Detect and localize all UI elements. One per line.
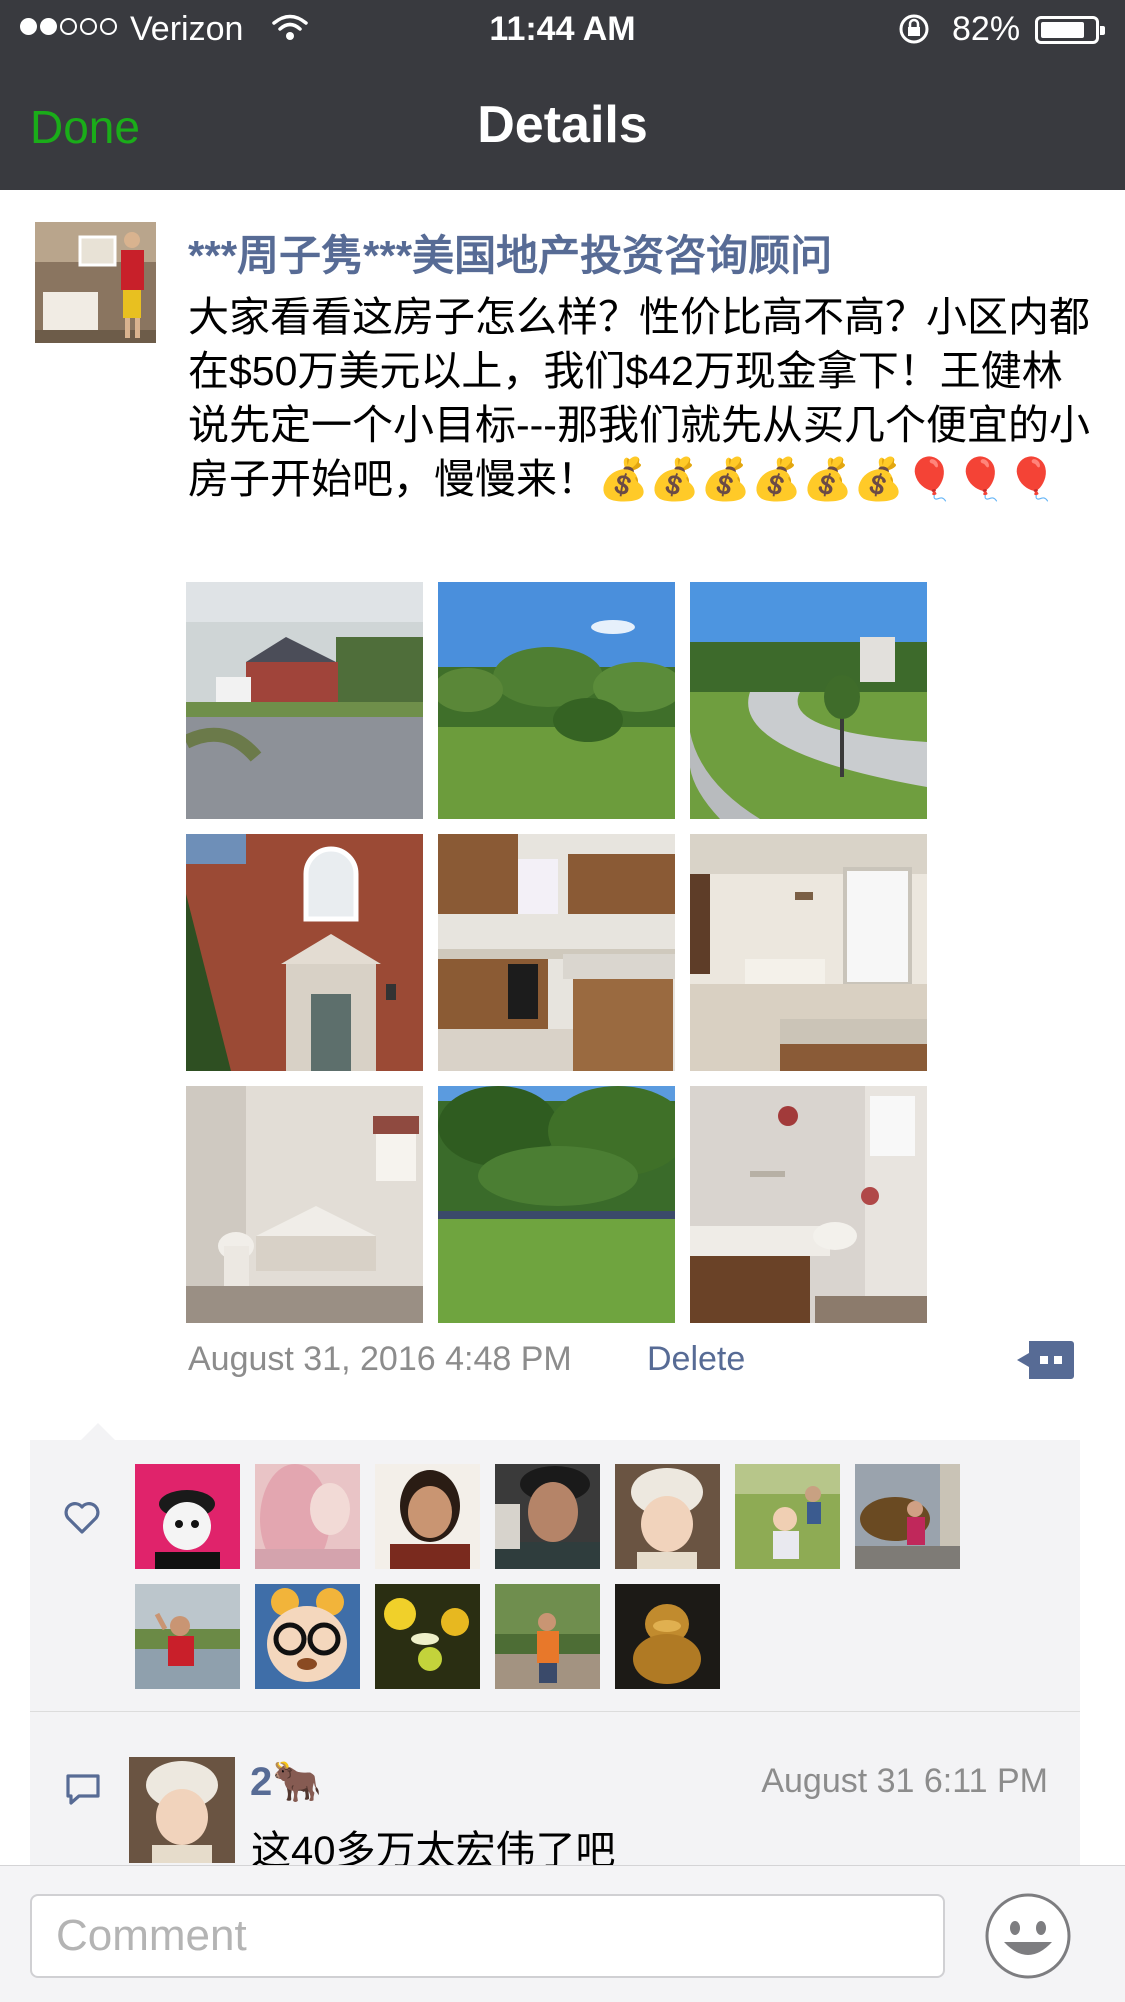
post-photo[interactable] xyxy=(690,582,927,819)
post-author-name[interactable]: ***周子隽***美国地产投资咨询顾问 xyxy=(188,222,832,283)
post-photo[interactable] xyxy=(438,1086,675,1323)
rotation-lock-icon xyxy=(899,14,929,44)
more-actions-icon[interactable] xyxy=(1015,1339,1075,1381)
post-photo[interactable] xyxy=(438,582,675,819)
post-photo[interactable] xyxy=(186,1086,423,1323)
comment-bar xyxy=(0,1865,1125,2002)
post-photo[interactable] xyxy=(690,834,927,1071)
liker-avatar[interactable] xyxy=(255,1584,360,1689)
status-bar: Verizon 11:44 AM 82% xyxy=(0,0,1125,60)
liker-avatar[interactable] xyxy=(615,1464,720,1569)
post-photo[interactable] xyxy=(186,582,423,819)
post-photo[interactable] xyxy=(690,1086,927,1323)
liker-avatar[interactable] xyxy=(495,1584,600,1689)
emoji-icon[interactable] xyxy=(984,1892,1072,1980)
liker-avatar[interactable] xyxy=(135,1584,240,1689)
comment-icon xyxy=(66,1774,100,1805)
post-text: 大家看看这房子怎么样？性价比高不高？小区内都在$50万美元以上，我们$42万现金… xyxy=(188,294,1090,502)
liker-avatar[interactable] xyxy=(615,1584,720,1689)
post-photo[interactable] xyxy=(438,834,675,1071)
comment-timestamp: August 31 6:11 PM xyxy=(761,1762,1048,1800)
battery-percent: 82% xyxy=(952,10,1021,48)
liker-avatar[interactable] xyxy=(375,1464,480,1569)
battery-icon xyxy=(1035,16,1105,44)
likes-comments-panel: 2🐂 August 31 6:11 PM 这40多万太宏伟了吧 xyxy=(30,1423,1080,1873)
likes-avatar-list xyxy=(135,1464,960,1689)
heart-icon xyxy=(64,1502,100,1534)
page-title: Details xyxy=(477,96,648,154)
liker-avatar[interactable] xyxy=(255,1464,360,1569)
post-photo[interactable] xyxy=(186,834,423,1071)
liker-avatar[interactable] xyxy=(735,1464,840,1569)
delete-button[interactable]: Delete xyxy=(647,1340,745,1379)
liker-avatar[interactable] xyxy=(855,1464,960,1569)
commenter-avatar[interactable] xyxy=(129,1757,235,1863)
commenter-name[interactable]: 2🐂 xyxy=(250,1758,322,1805)
comment-input[interactable] xyxy=(30,1894,945,1978)
top-bar: Verizon 11:44 AM 82% Done Details xyxy=(0,0,1125,190)
post-timestamp: August 31, 2016 4:48 PM xyxy=(188,1340,572,1378)
liker-avatar[interactable] xyxy=(495,1464,600,1569)
liker-avatar[interactable] xyxy=(375,1584,480,1689)
liker-avatar[interactable] xyxy=(135,1464,240,1569)
divider xyxy=(30,1711,1080,1712)
author-avatar[interactable] xyxy=(35,222,156,343)
photo-grid xyxy=(186,582,940,1323)
